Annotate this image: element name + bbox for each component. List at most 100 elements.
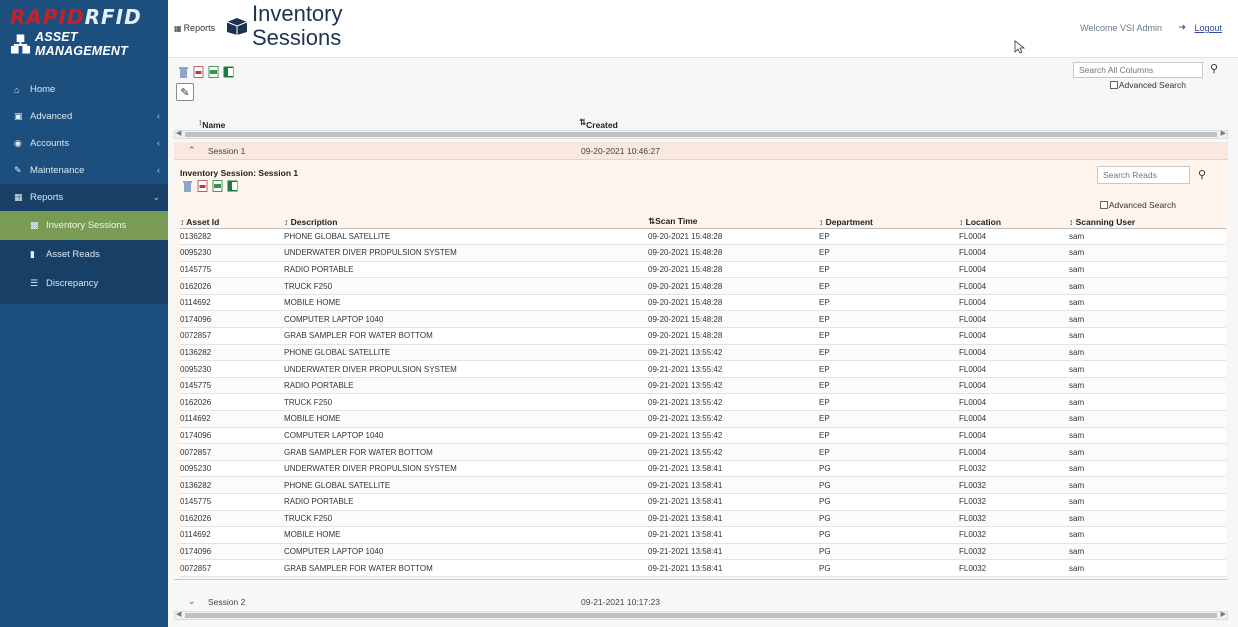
sidebar-item-accounts[interactable]: ◉ Accounts ‹ — [0, 130, 168, 157]
table-row[interactable]: 0162026 TRUCK F250 09-21-2021 13:58:41 PG FL… — [180, 510, 1226, 528]
sidebar-item-advanced[interactable]: ▣ Advanced ‹ — [0, 103, 168, 130]
session-row[interactable]: ⌃ Session 1 09-20-2021 10:46:27 — [174, 142, 1228, 160]
edit-button[interactable]: ✎ — [176, 83, 194, 101]
cell-scan-time: 09-21-2021 13:55:42 — [648, 410, 819, 428]
sidebar-item-inventory-sessions[interactable]: ▩ Inventory Sessions — [0, 211, 168, 240]
cell-scanning-user: sam — [1069, 377, 1226, 395]
advanced-search-toggle[interactable]: Advanced Search — [1099, 200, 1176, 210]
sidebar-item-label: Reports — [30, 192, 64, 203]
column-header-name[interactable]: ↕ Name — [198, 117, 225, 130]
cell-scan-time: 09-21-2021 13:55:42 — [648, 377, 819, 395]
scroll-right-icon[interactable]: ▶ — [1221, 610, 1226, 618]
delete-icon[interactable] — [182, 180, 193, 192]
sidebar-item-maintenance[interactable]: ✎ Maintenance ‹ — [0, 157, 168, 184]
table-row[interactable]: 0114692 MOBILE HOME 09-20-2021 15:48:28 EP F… — [180, 294, 1226, 312]
breadcrumb[interactable]: ▦ Reports — [174, 23, 215, 33]
table-row[interactable]: 0072857 GRAB SAMPLER FOR WATER BOTTOM 09-2… — [180, 443, 1226, 461]
cell-scan-time: 09-20-2021 15:48:28 — [648, 310, 819, 329]
table-row[interactable]: 0136282 PHONE GLOBAL SATELLITE 09-21-2021 … — [180, 344, 1226, 362]
cell-location: FL0004 — [959, 344, 1069, 362]
sidebar-item-label: Accounts — [30, 138, 70, 149]
cell-location: FL0032 — [959, 559, 1069, 577]
boxes-icon: ▩ — [30, 220, 39, 230]
cell-asset-id: 0072857 — [180, 443, 284, 461]
session-row[interactable]: ⌄ Session 2 09-21-2021 10:17:23 — [174, 593, 1228, 611]
sidebar-item-asset-reads[interactable]: ▮ Asset Reads — [0, 240, 168, 269]
table-row[interactable]: 0136282 PHONE GLOBAL SATELLITE 09-20-2021 … — [180, 228, 1226, 246]
cell-location: FL0004 — [959, 261, 1069, 279]
cell-scan-time: 09-20-2021 15:48:28 — [648, 228, 819, 246]
cell-department: EP — [819, 261, 959, 279]
table-row[interactable]: 0114692 MOBILE HOME 09-21-2021 13:58:41 PG F… — [180, 526, 1226, 544]
table-row[interactable]: 0145775 RADIO PORTABLE 09-20-2021 15:48:28… — [180, 261, 1226, 279]
cell-location: FL0004 — [959, 277, 1069, 295]
excel-export-icon[interactable] — [223, 66, 234, 78]
table-row[interactable]: 0174096 COMPUTER LAPTOP 1040 09-20-2021 15… — [180, 310, 1226, 329]
pdf-export-icon[interactable] — [197, 180, 208, 192]
cell-department: EP — [819, 310, 959, 329]
cell-scanning-user: sam — [1069, 294, 1226, 312]
pdf-export-icon[interactable] — [193, 66, 204, 78]
csv-export-icon[interactable] — [208, 66, 219, 78]
breadcrumb-label: Reports — [183, 23, 216, 33]
cell-location: FL0004 — [959, 228, 1069, 246]
scroll-left-icon[interactable]: ◀ — [176, 610, 181, 618]
cell-scan-time: 09-21-2021 13:58:41 — [648, 510, 819, 528]
column-header-asset-id[interactable]: ↕ Asset Id — [180, 216, 284, 229]
table-row[interactable]: 0072857 GRAB SAMPLER FOR WATER BOTTOM 09-2… — [180, 327, 1226, 345]
column-header-scan-time[interactable]: ⇅Scan Time — [648, 216, 819, 229]
table-row[interactable]: 0174096 COMPUTER LAPTOP 1040 09-21-2021 13… — [180, 543, 1226, 561]
sidebar-item-home[interactable]: ⌂ Home — [0, 76, 168, 103]
table-row[interactable]: 0162026 TRUCK F250 09-20-2021 15:48:28 EP FL… — [180, 277, 1226, 295]
table-row[interactable]: 0145775 RADIO PORTABLE 09-21-2021 13:55:42… — [180, 377, 1226, 395]
checkbox[interactable] — [1109, 81, 1118, 89]
cell-scanning-user: sam — [1069, 310, 1226, 329]
cell-asset-id: 0145775 — [180, 261, 284, 279]
cell-scan-time: 09-21-2021 13:55:42 — [648, 427, 819, 445]
horizontal-scrollbar[interactable]: ◀ ▶ — [174, 611, 1228, 620]
advanced-search-toggle[interactable]: Advanced Search — [1109, 80, 1186, 90]
search-icon[interactable]: ⚲ — [1198, 168, 1206, 181]
chevron-down-icon[interactable]: ⌄ — [188, 596, 196, 607]
cell-scan-time: 09-21-2021 13:58:41 — [648, 460, 819, 478]
scroll-left-icon[interactable]: ◀ — [176, 129, 181, 137]
table-row[interactable]: 0095230 UNDERWATER DIVER PROPULSION SYSTE… — [180, 360, 1226, 378]
cell-department: PG — [819, 510, 959, 528]
advanced-search-label: Advanced Search — [1118, 80, 1186, 90]
table-row[interactable]: 0072857 GRAB SAMPLER FOR WATER BOTTOM 09-2… — [180, 559, 1226, 577]
cell-department: PG — [819, 543, 959, 561]
sidebar-item-label: Maintenance — [30, 165, 85, 176]
cell-scan-time: 09-21-2021 13:55:42 — [648, 360, 819, 378]
horizontal-scrollbar[interactable]: ◀ ▶ — [174, 130, 1228, 139]
table-row[interactable]: 0095230 UNDERWATER DIVER PROPULSION SYSTE… — [180, 244, 1226, 262]
sidebar-item-reports[interactable]: ▦ Reports ⌄ — [0, 184, 168, 211]
column-header-department[interactable]: ↕ Department — [819, 216, 959, 229]
column-header-scanning-user[interactable]: ↕ Scanning User — [1069, 216, 1226, 229]
chevron-up-icon[interactable]: ⌃ — [188, 145, 196, 156]
scroll-right-icon[interactable]: ▶ — [1221, 129, 1226, 137]
table-row[interactable]: 0095230 UNDERWATER DIVER PROPULSION SYSTE… — [180, 460, 1226, 478]
sidebar-item-discrepancy[interactable]: ☰ Discrepancy — [0, 269, 168, 298]
table-row[interactable]: 0174096 COMPUTER LAPTOP 1040 09-21-2021 13… — [180, 427, 1226, 445]
search-icon[interactable]: ⚲ — [1210, 62, 1218, 75]
table-row[interactable]: 0162026 TRUCK F250 09-21-2021 13:55:42 EP FL… — [180, 393, 1226, 412]
table-row[interactable]: 0145775 RADIO PORTABLE 09-21-2021 13:58:41… — [180, 493, 1226, 511]
column-header-location[interactable]: ↕ Location — [959, 216, 1069, 229]
checkbox[interactable] — [1099, 201, 1108, 209]
cell-description: PHONE GLOBAL SATELLITE — [284, 228, 648, 246]
delete-icon[interactable] — [178, 66, 189, 78]
brand-logo[interactable]: RAPIDRFID ASSET MANAGEMENT — [0, 0, 168, 62]
csv-export-icon[interactable] — [212, 180, 223, 192]
column-header-description[interactable]: ↕ Description — [284, 216, 648, 229]
plus-square-icon: ▣ — [14, 111, 23, 121]
chevron-left-icon: ‹ — [157, 138, 160, 148]
excel-export-icon[interactable] — [227, 180, 238, 192]
logout-link[interactable]: Logout — [1194, 23, 1222, 33]
session-name: Session 2 — [208, 597, 246, 607]
search-all-input[interactable] — [1073, 62, 1203, 78]
cell-scanning-user: sam — [1069, 526, 1226, 544]
search-reads-input[interactable] — [1097, 166, 1190, 184]
table-row[interactable]: 0114692 MOBILE HOME 09-21-2021 13:55:42 EP F… — [180, 410, 1226, 428]
column-header-created-date[interactable]: ⇅Created Date — [579, 117, 618, 140]
table-row[interactable]: 0136282 PHONE GLOBAL SATELLITE 09-21-2021 … — [180, 476, 1226, 494]
